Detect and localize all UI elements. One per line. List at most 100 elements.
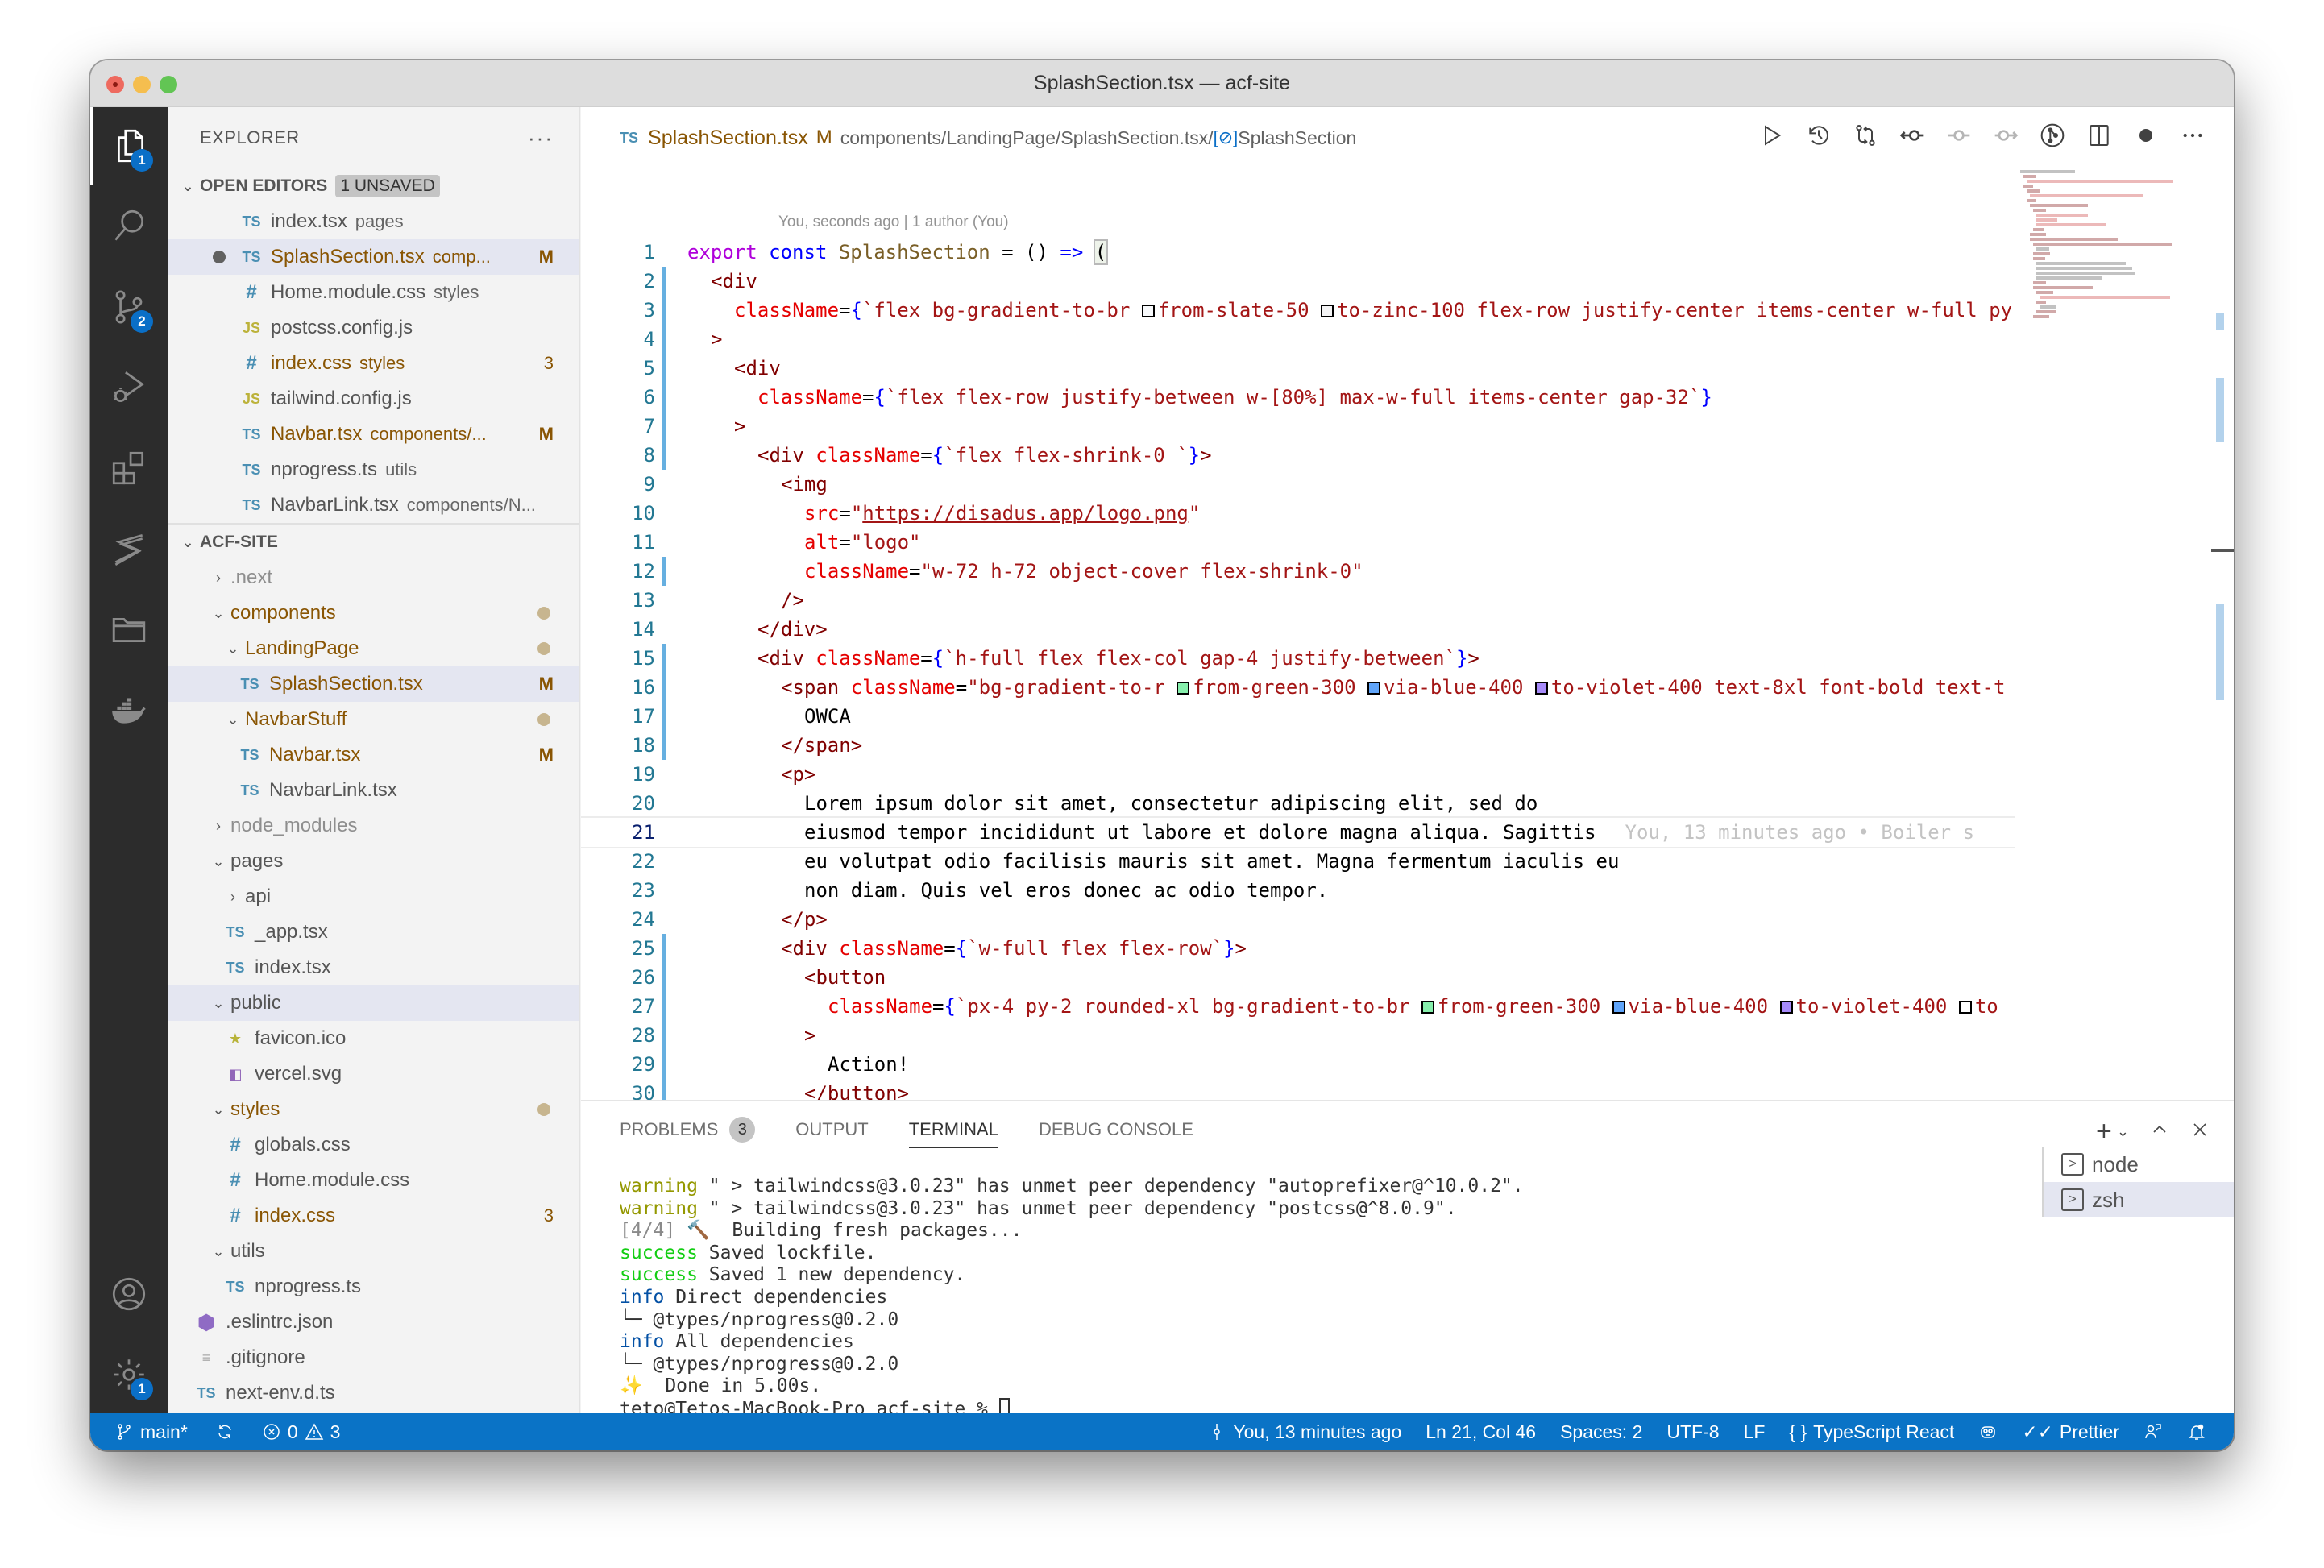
modified-gutter-marker[interactable] bbox=[662, 934, 666, 963]
code-line[interactable]: 3 className={`flex bg-gradient-to-br from… bbox=[581, 296, 2015, 325]
file-item[interactable]: TS index.tsx bbox=[168, 950, 579, 985]
modified-gutter-marker[interactable] bbox=[662, 267, 666, 296]
code-line[interactable]: 22 eu volutpat odio facilisis mauris sit … bbox=[581, 847, 2015, 876]
code-line[interactable]: 10 src="https://disadus.app/logo.png" bbox=[581, 499, 2015, 528]
file-item[interactable]: # Home.module.css bbox=[168, 1163, 579, 1198]
open-editor-item[interactable]: TS nprogress.ts utils bbox=[168, 452, 579, 487]
activity-source-control[interactable]: 2 bbox=[90, 268, 168, 346]
folder-item[interactable]: ⌄ NavbarStuff bbox=[168, 702, 579, 737]
git-blame-status[interactable]: You, 13 minutes ago bbox=[1207, 1421, 1401, 1443]
code-line[interactable]: 27 className={`px-4 py-2 rounded-xl bg-gr… bbox=[581, 992, 2015, 1021]
modified-gutter-marker[interactable] bbox=[662, 557, 666, 586]
minimap[interactable] bbox=[2015, 168, 2211, 1147]
terminal-instance-zsh[interactable]: > zsh bbox=[2044, 1182, 2234, 1217]
file-item[interactable]: ⬢ .eslintrc.json bbox=[168, 1305, 579, 1340]
modified-gutter-marker[interactable] bbox=[662, 412, 666, 441]
code-line[interactable]: 7 > bbox=[581, 412, 2015, 441]
file-item[interactable]: # index.css 3 bbox=[168, 1198, 579, 1234]
terminal-output[interactable]: warning " > tailwindcss@3.0.23" has unme… bbox=[620, 1176, 2024, 1421]
modified-gutter-marker[interactable] bbox=[662, 354, 666, 383]
code-line[interactable]: 18 </span> bbox=[581, 731, 2015, 760]
open-editor-item[interactable]: JS tailwind.config.js bbox=[168, 381, 579, 417]
more-actions-icon[interactable]: ··· bbox=[528, 126, 554, 151]
folder-item[interactable]: ⌄ styles bbox=[168, 1092, 579, 1127]
file-item[interactable]: ★ favicon.ico bbox=[168, 1021, 579, 1056]
code-line[interactable]: 19 <p> bbox=[581, 760, 2015, 789]
feedback-button[interactable] bbox=[2143, 1422, 2163, 1441]
code-line[interactable]: 26 <button bbox=[581, 963, 2015, 992]
git-graph-button[interactable] bbox=[2039, 122, 2066, 149]
open-editor-item[interactable]: JS postcss.config.js bbox=[168, 310, 579, 346]
color-swatch[interactable] bbox=[1141, 305, 1155, 317]
code-editor[interactable]: 1 export const SplashSection = () => (2 <d… bbox=[581, 238, 2015, 1147]
activity-run-debug[interactable] bbox=[90, 349, 168, 426]
terminal-instance-node[interactable]: > node bbox=[2044, 1147, 2234, 1182]
code-line[interactable]: 25 <div className={`w-full flex flex-row`… bbox=[581, 934, 2015, 963]
maximize-panel-button[interactable] bbox=[2150, 1119, 2169, 1145]
color-swatch[interactable] bbox=[1534, 682, 1548, 695]
code-line[interactable]: 14 </div> bbox=[581, 615, 2015, 644]
file-item[interactable]: TS nprogress.ts bbox=[168, 1269, 579, 1305]
code-line[interactable]: 21 eiusmod tempor incididunt ut labore et… bbox=[581, 816, 2015, 848]
copilot-button[interactable] bbox=[1978, 1422, 1998, 1441]
code-line[interactable]: 2 <div bbox=[581, 267, 2015, 296]
previous-change-button[interactable] bbox=[1899, 122, 1926, 149]
file-item[interactable]: TS Navbar.tsx M bbox=[168, 737, 579, 773]
unsaved-dot-icon[interactable] bbox=[213, 251, 226, 263]
cursor-position[interactable]: Ln 21, Col 46 bbox=[1426, 1421, 1536, 1443]
modified-gutter-marker[interactable] bbox=[662, 644, 666, 673]
file-item[interactable]: TS next-env.d.ts bbox=[168, 1375, 579, 1411]
compare-changes-button[interactable] bbox=[1852, 122, 1879, 149]
activity-accounts[interactable] bbox=[90, 1255, 168, 1333]
code-line[interactable]: 16 <span className="bg-gradient-to-r from… bbox=[581, 673, 2015, 702]
modified-gutter-marker[interactable] bbox=[662, 325, 666, 354]
modified-gutter-marker[interactable] bbox=[662, 731, 666, 760]
file-item[interactable]: # globals.css bbox=[168, 1127, 579, 1163]
modified-gutter-marker[interactable] bbox=[662, 296, 666, 325]
codelens-blame[interactable]: You, seconds ago | 1 author (You) bbox=[778, 214, 1009, 231]
file-item[interactable]: ◧ vercel.svg bbox=[168, 1056, 579, 1092]
code-line[interactable]: 8 <div className={`flex flex-shrink-0 `}> bbox=[581, 441, 2015, 470]
folder-item[interactable]: › node_modules bbox=[168, 808, 579, 844]
file-item[interactable]: ≡ .gitignore bbox=[168, 1340, 579, 1375]
indentation[interactable]: Spaces: 2 bbox=[1560, 1421, 1642, 1443]
code-line[interactable]: 11 alt="logo" bbox=[581, 528, 2015, 557]
open-editor-item[interactable]: # index.css styles 3 bbox=[168, 346, 579, 381]
workspace-header[interactable]: ⌄ ACF-SITE bbox=[168, 525, 579, 560]
activity-manage[interactable]: 1 bbox=[90, 1336, 168, 1413]
code-line[interactable]: 17 OWCA bbox=[581, 702, 2015, 731]
activity-docker[interactable] bbox=[90, 671, 168, 749]
open-editor-item[interactable]: # Home.module.css styles bbox=[168, 275, 579, 310]
code-line[interactable]: 9 <img bbox=[581, 470, 2015, 499]
timeline-button[interactable] bbox=[1805, 122, 1832, 149]
folder-item[interactable]: ⌄ utils bbox=[168, 1234, 579, 1269]
activity-explorer[interactable]: 1 bbox=[90, 107, 168, 185]
open-editor-item[interactable]: TS SplashSection.tsx comp... M bbox=[168, 239, 579, 275]
modified-gutter-marker[interactable] bbox=[662, 1050, 666, 1079]
code-line[interactable]: 6 className={`flex flex-row justify-betwe… bbox=[581, 383, 2015, 412]
color-swatch[interactable] bbox=[1177, 682, 1190, 695]
activity-stylelint[interactable] bbox=[90, 510, 168, 587]
next-commit-button[interactable] bbox=[1992, 122, 2019, 149]
next-change-button[interactable] bbox=[1945, 122, 1973, 149]
open-editor-item[interactable]: TS index.tsx pages bbox=[168, 204, 579, 239]
folder-item[interactable]: ⌄ public bbox=[168, 985, 579, 1021]
modified-gutter-marker[interactable] bbox=[662, 383, 666, 412]
modified-gutter-marker[interactable] bbox=[662, 992, 666, 1021]
close-panel-button[interactable] bbox=[2190, 1119, 2210, 1145]
folder-item[interactable]: › .next bbox=[168, 560, 579, 595]
code-line[interactable]: 12 className="w-72 h-72 object-cover flex… bbox=[581, 557, 2015, 586]
modified-gutter-marker[interactable] bbox=[662, 441, 666, 470]
color-swatch[interactable] bbox=[1367, 682, 1381, 695]
more-actions-button[interactable] bbox=[2179, 122, 2206, 149]
run-button[interactable] bbox=[1758, 122, 1786, 149]
file-item[interactable]: TS NavbarLink.tsx bbox=[168, 773, 579, 808]
code-line[interactable]: 4 > bbox=[581, 325, 2015, 354]
code-line[interactable]: 23 non diam. Quis vel eros donec ac odio … bbox=[581, 876, 2015, 905]
color-swatch[interactable] bbox=[1321, 305, 1334, 317]
encoding[interactable]: UTF-8 bbox=[1666, 1421, 1719, 1443]
color-swatch[interactable] bbox=[1779, 1001, 1793, 1014]
activity-extensions[interactable] bbox=[90, 429, 168, 507]
breadcrumb-symbol[interactable]: SplashSection bbox=[1238, 127, 1356, 149]
code-line[interactable]: 15 <div className={`h-full flex flex-col … bbox=[581, 644, 2015, 673]
